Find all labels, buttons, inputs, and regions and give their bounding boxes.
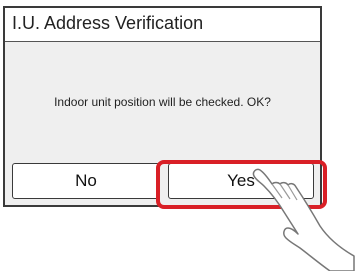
hand-pointer-icon — [252, 168, 355, 271]
title-bar: I.U. Address Verification — [5, 8, 320, 42]
dialog-title: I.U. Address Verification — [12, 13, 204, 33]
no-button-label: No — [75, 171, 97, 190]
dialog-message: Indoor unit position will be checked. OK… — [54, 95, 271, 109]
no-button[interactable]: No — [12, 163, 160, 199]
